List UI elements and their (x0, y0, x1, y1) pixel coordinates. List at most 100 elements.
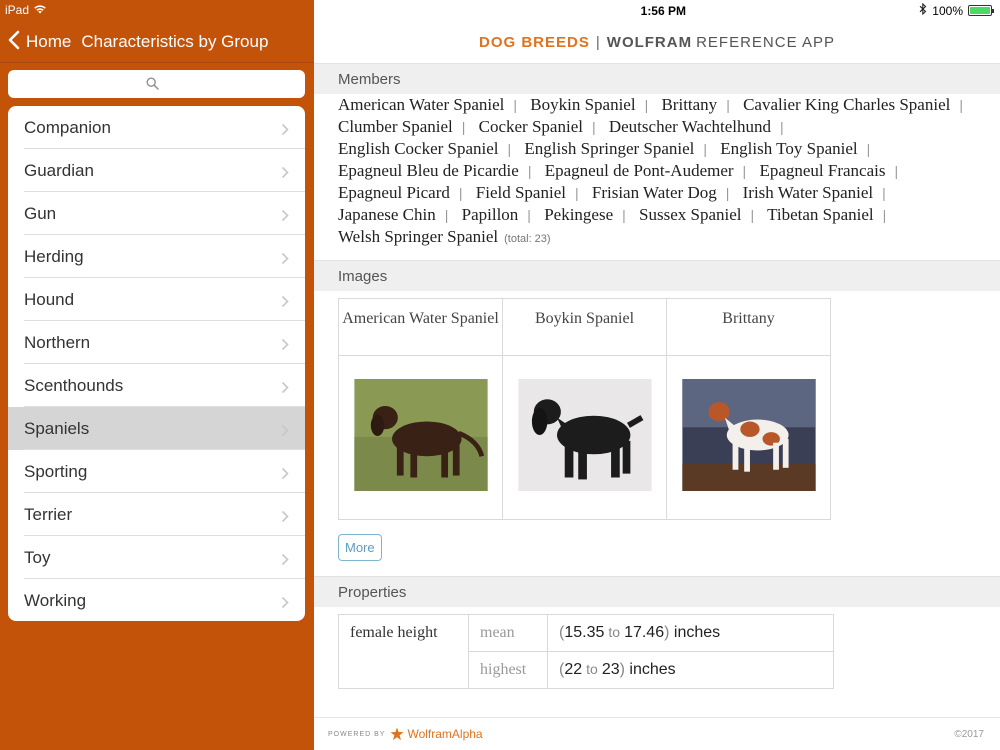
member-separator: | (458, 185, 463, 201)
boykin-spaniel-photo[interactable] (516, 379, 654, 491)
chevron-right-icon (281, 293, 289, 313)
american-water-spaniel-photo[interactable] (352, 379, 490, 491)
group-item-herding[interactable]: Herding (8, 235, 305, 278)
member-link[interactable]: Brittany (661, 95, 717, 114)
group-item-northern[interactable]: Northern (8, 321, 305, 364)
image-name-cell: American Water Spaniel (338, 298, 503, 356)
property-stat: highest (468, 651, 548, 689)
footer: POWERED BY WolframAlpha ©2017 (314, 717, 1000, 750)
member-link[interactable]: Sussex Spaniel (639, 205, 741, 224)
copyright: ©2017 (954, 728, 984, 740)
chevron-right-icon (281, 551, 289, 571)
member-link[interactable]: Welsh Springer Spaniel (338, 227, 498, 246)
powered-by-label: POWERED BY (328, 730, 386, 738)
member-link[interactable]: Epagneul Francais (759, 161, 885, 180)
wolframalpha-brand: WolframAlpha (407, 727, 483, 741)
property-value: (22 to 23) inches (547, 651, 834, 689)
member-link[interactable]: Epagneul Bleu de Picardie (338, 161, 519, 180)
member-link[interactable]: Papillon (462, 205, 519, 224)
page-title: Characteristics by Group (81, 32, 269, 51)
bluetooth-icon (919, 2, 927, 18)
search-field[interactable] (8, 70, 305, 98)
header-separator: | (595, 34, 601, 51)
member-link[interactable]: English Toy Spaniel (720, 139, 857, 158)
more-images-button[interactable]: More (338, 534, 382, 561)
chevron-right-icon (281, 336, 289, 356)
member-link[interactable]: Cavalier King Charles Spaniel (743, 95, 950, 114)
group-item-gun[interactable]: Gun (8, 192, 305, 235)
app-subtitle: REFERENCE APP (696, 34, 835, 51)
member-link[interactable]: Japanese Chin (338, 205, 436, 224)
member-separator: | (507, 141, 512, 157)
member-link[interactable]: Field Spaniel (476, 183, 566, 202)
group-item-label: Guardian (24, 160, 94, 180)
member-link[interactable]: Pekingese (544, 205, 613, 224)
properties-section-header: Properties (314, 576, 1000, 607)
member-link[interactable]: Deutscher Wachtelhund (609, 117, 771, 136)
app-header: DOG BREEDS | WOLFRAM REFERENCE APP (314, 22, 1000, 63)
member-separator: | (622, 207, 626, 223)
member-separator: | (866, 141, 871, 157)
app-name: DOG BREEDS (479, 34, 590, 51)
property-name: female height (338, 614, 469, 689)
group-item-terrier[interactable]: Terrier (8, 493, 305, 536)
member-separator: | (513, 97, 518, 113)
chevron-left-icon (8, 30, 26, 55)
group-item-toy[interactable]: Toy (8, 536, 305, 579)
member-link[interactable]: English Cocker Spaniel (338, 139, 499, 158)
members-section-header: Members (314, 63, 1000, 94)
properties-table: female height mean (15.35 to 17.46) inches… (338, 614, 834, 689)
value-unit: inches (629, 661, 676, 678)
status-time: 1:56 PM (640, 4, 686, 18)
wolfram-star-icon (390, 727, 404, 740)
members-total: (total: 23) (504, 233, 551, 245)
member-link[interactable]: Boykin Spaniel (530, 95, 635, 114)
section-title: Properties (338, 583, 407, 601)
group-item-guardian[interactable]: Guardian (8, 149, 305, 192)
image-name-cell: Brittany (666, 298, 831, 356)
back-button[interactable]: Home (8, 30, 71, 55)
group-item-label: Sporting (24, 461, 88, 481)
member-link[interactable]: Tibetan Spaniel (767, 205, 874, 224)
member-link[interactable]: Epagneul Picard (338, 183, 450, 202)
member-separator: | (742, 163, 747, 179)
member-link[interactable]: Cocker Spaniel (479, 117, 583, 136)
section-title: Images (338, 267, 388, 285)
member-separator: | (591, 119, 596, 135)
brittany-photo[interactable] (680, 379, 818, 491)
chevron-right-icon (281, 250, 289, 270)
image-name: Boykin Spaniel (534, 310, 635, 327)
sidebar: iPad Home Characteristics by Group Compa… (0, 0, 314, 750)
navigation-bar: Home Characteristics by Group (0, 22, 314, 62)
member-separator: | (703, 141, 708, 157)
member-link[interactable]: American Water Spaniel (338, 95, 504, 114)
value-low: 15.35 (564, 624, 605, 641)
member-separator: | (750, 207, 755, 223)
chevron-right-icon (281, 465, 289, 485)
group-item-hound[interactable]: Hound (8, 278, 305, 321)
member-link[interactable]: Irish Water Spaniel (743, 183, 874, 202)
group-item-working[interactable]: Working (8, 579, 305, 621)
member-link[interactable]: Frisian Water Dog (592, 183, 717, 202)
group-item-sporting[interactable]: Sporting (8, 450, 305, 493)
member-link[interactable]: Epagneul de Pont-Audemer (545, 161, 734, 180)
content-scroll-area[interactable]: Members American Water Spaniel | Boykin S… (314, 63, 1000, 717)
powered-by: POWERED BY WolframAlpha (328, 727, 483, 741)
section-title: Members (338, 70, 401, 88)
wolframalpha-logo[interactable]: WolframAlpha (390, 727, 483, 741)
group-item-companion[interactable]: Companion (8, 106, 305, 149)
navbar-divider (0, 62, 314, 63)
group-item-label: Toy (24, 547, 51, 567)
value-unit: inches (673, 624, 721, 641)
group-item-label: Spaniels (24, 418, 90, 438)
group-item-scenthounds[interactable]: Scenthounds (8, 364, 305, 407)
member-separator: | (779, 119, 784, 135)
image-name-cell: Boykin Spaniel (502, 298, 667, 356)
member-separator: | (959, 97, 963, 113)
group-item-label: Gun (24, 203, 57, 223)
group-item-label: Terrier (24, 504, 73, 524)
image-cell (502, 355, 667, 520)
member-link[interactable]: English Springer Spaniel (524, 139, 694, 158)
member-link[interactable]: Clumber Spaniel (338, 117, 453, 136)
group-item-spaniels[interactable]: Spaniels (8, 407, 305, 450)
